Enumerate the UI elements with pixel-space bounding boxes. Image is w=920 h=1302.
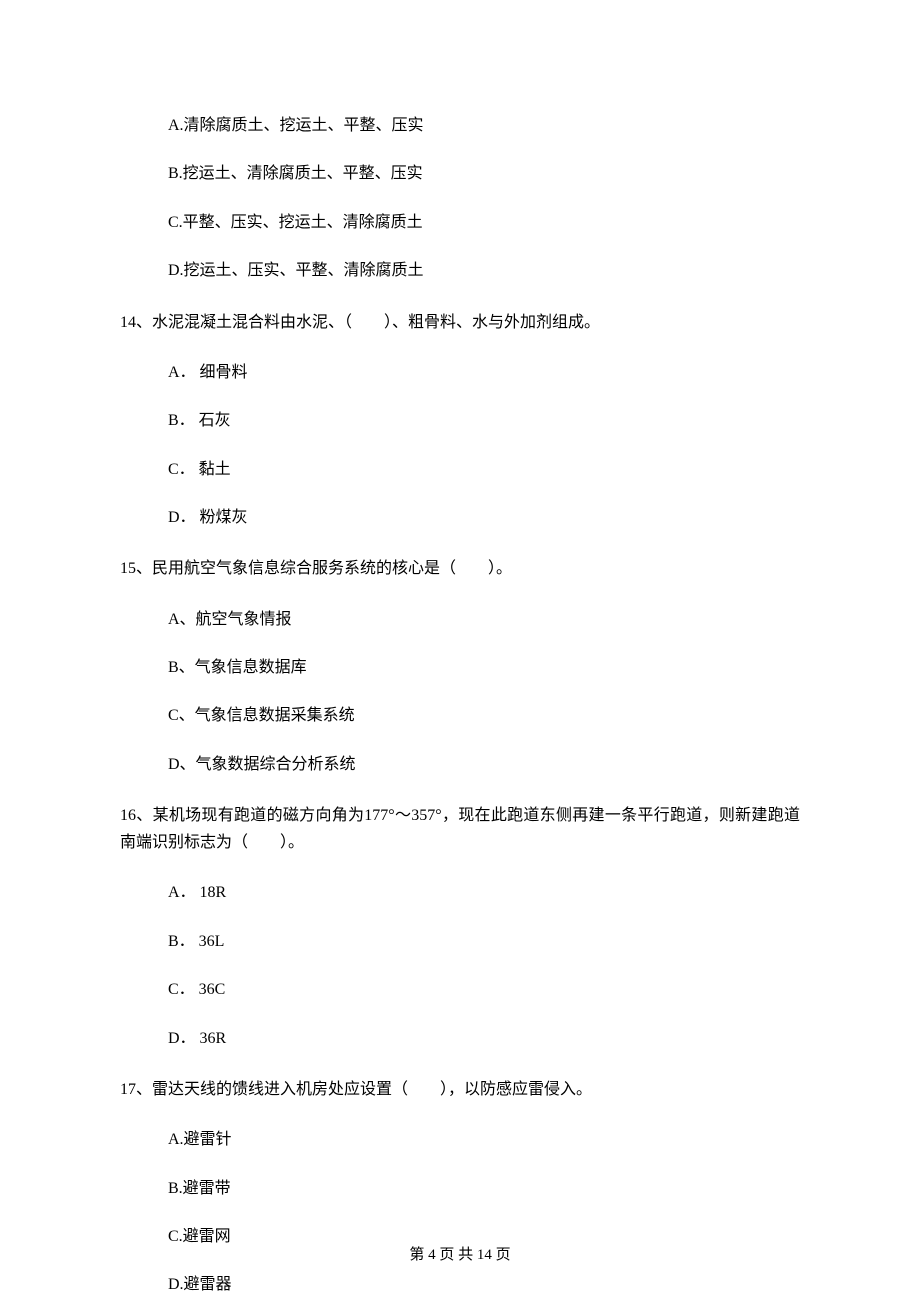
q15-option-d: D、气象数据综合分析系统: [168, 754, 800, 776]
q14-block: 14、水泥混凝土混合料由水泥、（ ）、粗骨料、水与外加剂组成。 A． 细骨料 B…: [120, 309, 800, 530]
q16-block: 16、某机场现有跑道的磁方向角为177°～357°，现在此跑道东侧再建一条平行跑…: [120, 802, 800, 1050]
q15-option-b: B、气象信息数据库: [168, 657, 800, 679]
q16-text: 16、某机场现有跑道的磁方向角为177°～357°，现在此跑道东侧再建一条平行跑…: [120, 802, 800, 856]
q13-option-d: D.挖运土、压实、平整、清除腐质土: [168, 260, 800, 282]
q13-option-b: B.挖运土、清除腐质土、平整、压实: [168, 163, 800, 185]
q16-option-c: C． 36C: [168, 979, 800, 1001]
page-footer: 第 4 页 共 14 页: [0, 1243, 920, 1264]
q14-option-b: B． 石灰: [168, 410, 800, 432]
page-content: A.清除腐质土、挖运土、平整、压实 B.挖运土、清除腐质土、平整、压实 C.平整…: [0, 0, 920, 1297]
q13-options: A.清除腐质土、挖运土、平整、压实 B.挖运土、清除腐质土、平整、压实 C.平整…: [168, 115, 800, 283]
q17-text: 17、雷达天线的馈线进入机房处应设置（ ），以防感应雷侵入。: [120, 1076, 800, 1103]
q17-option-a: A.避雷针: [168, 1129, 800, 1151]
q15-option-a: A、航空气象情报: [168, 609, 800, 631]
q17-option-b: B.避雷带: [168, 1178, 800, 1200]
q13-option-a: A.清除腐质土、挖运土、平整、压实: [168, 115, 800, 137]
q16-options: A． 18R B． 36L C． 36C D． 36R: [168, 882, 800, 1050]
q17-options: A.避雷针 B.避雷带 C.避雷网 D.避雷器: [168, 1129, 800, 1297]
q17-option-d: D.避雷器: [168, 1274, 800, 1296]
q16-option-b: B． 36L: [168, 931, 800, 953]
q13-option-c: C.平整、压实、挖运土、清除腐质土: [168, 212, 800, 234]
q14-option-d: D． 粉煤灰: [168, 507, 800, 529]
q15-options: A、航空气象情报 B、气象信息数据库 C、气象信息数据采集系统 D、气象数据综合…: [168, 609, 800, 777]
q16-option-d: D． 36R: [168, 1028, 800, 1050]
q14-option-a: A． 细骨料: [168, 362, 800, 384]
q15-text: 15、民用航空气象信息综合服务系统的核心是（ ）。: [120, 555, 800, 582]
q16-option-a: A． 18R: [168, 882, 800, 904]
q14-options: A． 细骨料 B． 石灰 C． 黏土 D． 粉煤灰: [168, 362, 800, 530]
q15-block: 15、民用航空气象信息综合服务系统的核心是（ ）。 A、航空气象情报 B、气象信…: [120, 555, 800, 776]
q14-text: 14、水泥混凝土混合料由水泥、（ ）、粗骨料、水与外加剂组成。: [120, 309, 800, 336]
q14-option-c: C． 黏土: [168, 459, 800, 481]
q15-option-c: C、气象信息数据采集系统: [168, 705, 800, 727]
